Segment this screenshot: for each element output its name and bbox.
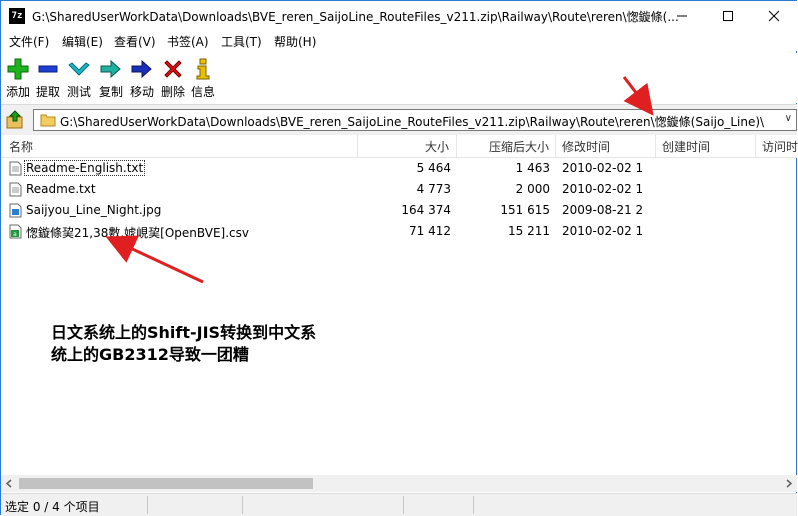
table-row[interactable]: Readme.txt 4 773 2 000 2010-02-02 1 bbox=[1, 179, 797, 200]
annotation-line-2: 统上的GB2312导致一团糟 bbox=[51, 345, 249, 364]
menu-bookmarks[interactable]: 书签(A) bbox=[167, 33, 209, 50]
copy-label: 复制 bbox=[98, 85, 123, 99]
add-label: 添加 bbox=[5, 85, 30, 99]
title-bar: 7z G:\SharedUserWorkData\Downloads\BVE_r… bbox=[1, 1, 797, 31]
move-label: 移动 bbox=[129, 85, 154, 99]
scroll-right-icon[interactable] bbox=[785, 479, 793, 488]
annotation-text: 日文系统上的Shift-JIS转换到中文系 统上的GB2312导致一团糟 bbox=[51, 322, 316, 366]
file-packed-size: 151 615 bbox=[500, 203, 550, 217]
checkmark-icon bbox=[68, 62, 90, 76]
image-file-icon bbox=[9, 203, 22, 218]
test-label: 测试 bbox=[66, 85, 91, 99]
column-header: 名称 大小 压缩后大小 修改时间 创建时间 访问时 bbox=[1, 135, 798, 158]
info-icon bbox=[196, 58, 210, 80]
address-bar: G:\SharedUserWorkData\Downloads\BVE_rere… bbox=[1, 104, 797, 135]
copy-arrow-icon bbox=[100, 59, 121, 79]
file-list: Readme-English.txt 5 464 1 463 2010-02-0… bbox=[1, 158, 797, 474]
toolbar: 添加 提取 测试 复制 移动 删除 信息 bbox=[1, 53, 797, 103]
maximize-icon bbox=[723, 11, 733, 21]
file-name: Readme-English.txt bbox=[23, 160, 146, 176]
add-button[interactable]: 添加 bbox=[4, 57, 32, 100]
column-name[interactable]: 名称 bbox=[9, 138, 33, 155]
text-file-icon bbox=[9, 182, 22, 197]
menu-tools[interactable]: 工具(T) bbox=[221, 33, 262, 50]
scroll-left-icon[interactable] bbox=[5, 479, 13, 488]
file-size: 164 374 bbox=[401, 203, 451, 217]
test-button[interactable]: 测试 bbox=[65, 57, 93, 100]
file-size: 5 464 bbox=[416, 161, 451, 175]
menu-file[interactable]: 文件(F) bbox=[9, 33, 49, 50]
column-accessed[interactable]: 访问时 bbox=[762, 138, 798, 155]
delete-x-icon bbox=[164, 60, 182, 78]
file-packed-size: 2 000 bbox=[515, 182, 550, 196]
svg-text:a: a bbox=[13, 231, 17, 238]
info-label: 信息 bbox=[190, 85, 215, 99]
file-name: Readme.txt bbox=[26, 182, 96, 196]
move-button[interactable]: 移动 bbox=[128, 57, 156, 100]
file-modified: 2010-02-02 1 bbox=[562, 224, 644, 238]
menu-help[interactable]: 帮助(H) bbox=[274, 33, 316, 50]
column-size[interactable]: 大小 bbox=[425, 138, 449, 155]
column-packed-size[interactable]: 压缩后大小 bbox=[489, 138, 549, 155]
table-row[interactable]: a 愡鏇條巭21,38數,婋峴巭[OpenBVE].csv 71 412 15 … bbox=[1, 221, 797, 242]
status-bar: 选定 0 / 4 个项目 bbox=[1, 493, 797, 516]
scrollbar-thumb[interactable] bbox=[19, 478, 313, 489]
file-packed-size: 1 463 bbox=[515, 161, 550, 175]
status-selection: 选定 0 / 4 个项目 bbox=[5, 500, 100, 514]
menu-bar: 文件(F) 编辑(E) 查看(V) 书签(A) 工具(T) 帮助(H) bbox=[1, 31, 797, 51]
delete-button[interactable]: 删除 bbox=[159, 57, 187, 100]
file-size: 71 412 bbox=[409, 224, 451, 238]
menu-view[interactable]: 查看(V) bbox=[114, 33, 156, 50]
copy-button[interactable]: 复制 bbox=[97, 57, 125, 100]
folder-icon bbox=[40, 114, 56, 127]
address-field[interactable]: G:\SharedUserWorkData\Downloads\BVE_rere… bbox=[33, 109, 797, 131]
file-name: Saijyou_Line_Night.jpg bbox=[26, 203, 162, 217]
file-modified: 2009-08-21 2 bbox=[562, 203, 644, 217]
file-modified: 2010-02-02 1 bbox=[562, 182, 644, 196]
extract-label: 提取 bbox=[35, 85, 60, 99]
csv-file-icon: a bbox=[9, 224, 22, 239]
maximize-button[interactable] bbox=[705, 1, 751, 31]
minimize-icon bbox=[677, 15, 687, 17]
move-arrow-icon bbox=[131, 59, 152, 79]
info-button[interactable]: 信息 bbox=[189, 57, 217, 100]
menu-edit[interactable]: 编辑(E) bbox=[62, 33, 103, 50]
chevron-down-icon[interactable]: ∨ bbox=[785, 113, 792, 124]
plus-icon bbox=[7, 58, 29, 80]
annotation-line-1: 日文系统上的Shift-JIS转换到中文系 bbox=[51, 323, 317, 342]
horizontal-scrollbar[interactable] bbox=[1, 475, 797, 492]
table-row[interactable]: Readme-English.txt 5 464 1 463 2010-02-0… bbox=[1, 158, 797, 179]
extract-button[interactable]: 提取 bbox=[34, 57, 62, 100]
close-button[interactable] bbox=[751, 1, 797, 31]
window-title: G:\SharedUserWorkData\Downloads\BVE_rere… bbox=[32, 10, 679, 24]
column-created[interactable]: 创建时间 bbox=[662, 138, 710, 155]
column-modified[interactable]: 修改时间 bbox=[562, 138, 610, 155]
minimize-button[interactable] bbox=[659, 1, 705, 31]
file-packed-size: 15 211 bbox=[508, 224, 550, 238]
file-size: 4 773 bbox=[416, 182, 451, 196]
main-window: 7z G:\SharedUserWorkData\Downloads\BVE_r… bbox=[0, 0, 798, 516]
file-modified: 2010-02-02 1 bbox=[562, 161, 644, 175]
text-file-icon bbox=[9, 161, 22, 176]
table-row[interactable]: Saijyou_Line_Night.jpg 164 374 151 615 2… bbox=[1, 200, 797, 221]
minus-icon bbox=[38, 65, 58, 73]
folder-up-icon[interactable] bbox=[5, 110, 25, 130]
close-icon bbox=[768, 10, 780, 22]
app-icon: 7z bbox=[9, 8, 25, 24]
delete-label: 删除 bbox=[160, 85, 185, 99]
file-name: 愡鏇條巭21,38數,婋峴巭[OpenBVE].csv bbox=[26, 226, 250, 240]
address-path: G:\SharedUserWorkData\Downloads\BVE_rere… bbox=[60, 115, 765, 129]
